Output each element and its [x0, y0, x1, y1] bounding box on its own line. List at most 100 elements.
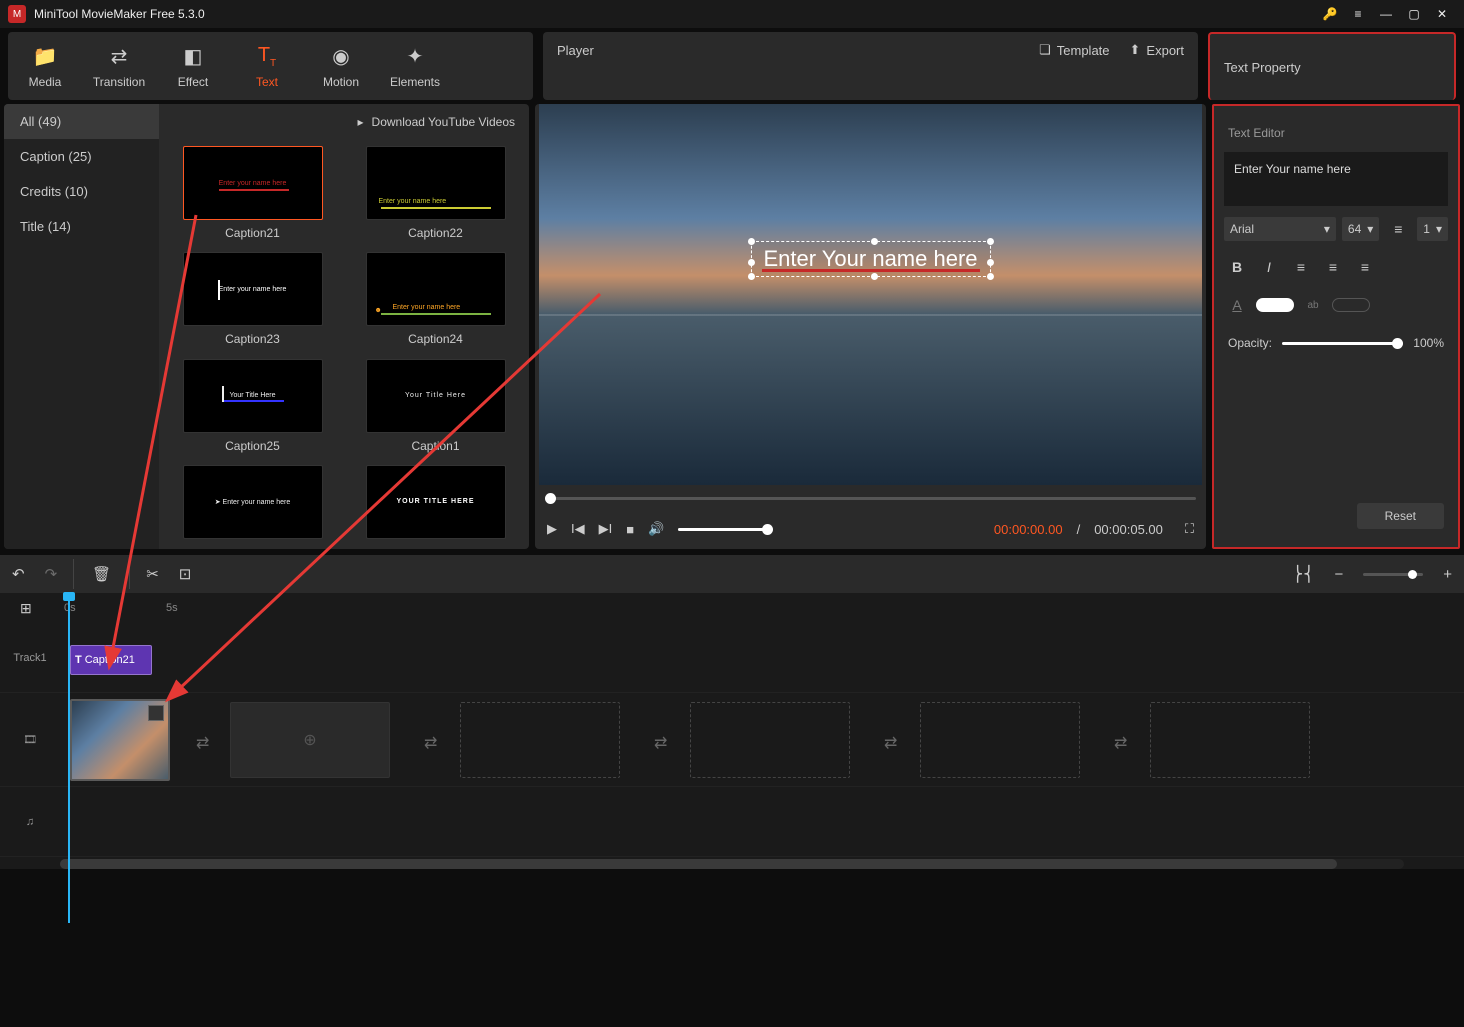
app-logo: M	[8, 5, 26, 23]
thumb-caption21[interactable]: Enter your name here	[183, 146, 323, 220]
effect-icon: ◧	[184, 44, 203, 69]
italic-button[interactable]: I	[1256, 254, 1282, 280]
zoom-slider[interactable]	[1363, 573, 1423, 576]
timeline-scrollbar[interactable]	[60, 859, 1404, 869]
thumb-label: Caption24	[408, 332, 463, 346]
redo-button[interactable]: ↷	[45, 565, 58, 583]
align-left-button[interactable]: ≡	[1288, 254, 1314, 280]
caption-clip[interactable]: TCaption21	[70, 645, 152, 675]
text-color-button[interactable]: A	[1224, 292, 1250, 318]
thumb-extra2[interactable]: YOUR TITLE HERE	[366, 465, 506, 539]
category-credits[interactable]: Credits (10)	[4, 174, 159, 209]
media-tab[interactable]: 📁Media	[8, 32, 82, 100]
drop-slot[interactable]	[1150, 702, 1310, 778]
transition-tab[interactable]: ⇄Transition	[82, 32, 156, 100]
main-toolbar: 📁Media ⇄Transition ◧Effect TTText ◉Motio…	[8, 32, 533, 100]
template-button[interactable]: ❏Template	[1039, 42, 1109, 58]
text-color-swatch[interactable]	[1256, 298, 1294, 312]
video-clip[interactable]	[70, 699, 170, 781]
motion-tab[interactable]: ◉Motion	[304, 32, 378, 100]
maximize-button[interactable]: ▢	[1400, 0, 1428, 28]
volume-icon[interactable]: 🔊	[648, 521, 664, 537]
category-all[interactable]: All (49)	[4, 104, 159, 139]
chevron-down-icon: ▾	[1367, 222, 1373, 236]
category-title[interactable]: Title (14)	[4, 209, 159, 244]
font-size-select[interactable]: 64▾	[1342, 217, 1379, 241]
transition-slot[interactable]: ⇄	[884, 733, 897, 753]
cut-button[interactable]: ✂	[146, 565, 159, 583]
audio-track[interactable]: ♫	[0, 787, 1464, 857]
category-list: All (49) Caption (25) Credits (10) Title…	[4, 104, 159, 549]
reset-button[interactable]: Reset	[1357, 503, 1444, 529]
transition-slot[interactable]: ⇄	[424, 733, 437, 753]
transition-slot[interactable]: ⇄	[1114, 733, 1127, 753]
text-editor-input[interactable]: Enter Your name here	[1224, 152, 1448, 206]
delete-button[interactable]: 🗑	[73, 559, 130, 589]
bold-button[interactable]: B	[1224, 254, 1250, 280]
drop-slot[interactable]: ⊕	[230, 702, 390, 778]
align-right-button[interactable]: ≡	[1352, 254, 1378, 280]
zoom-out-button[interactable]: −	[1334, 566, 1343, 583]
drop-slot[interactable]	[690, 702, 850, 778]
video-track[interactable]: 🎞 ⊕ ⇄ ⇄ ⇄ ⇄ ⇄	[0, 693, 1464, 787]
timeline: ↶ ↷ 🗑 ✂ ⊡ ⎬⎨ − + 0s 5s ⊞ Track1 TCaption…	[0, 555, 1464, 869]
thumb-extra1[interactable]: ➤ Enter your name here	[183, 465, 323, 539]
caption-track[interactable]: Track1 TCaption21	[0, 623, 1464, 693]
line-spacing-icon[interactable]: ≡	[1385, 216, 1411, 242]
preview-canvas[interactable]: Enter Your name here	[539, 104, 1202, 485]
align-center-button[interactable]: ≡	[1320, 254, 1346, 280]
template-grid: Enter your name here Caption21 Enter your…	[159, 140, 529, 549]
menu-icon[interactable]: ≡	[1344, 0, 1372, 28]
transition-slot[interactable]: ⇄	[654, 733, 667, 753]
export-button[interactable]: ⬆Export	[1130, 42, 1184, 58]
text-overlay[interactable]: Enter Your name here	[750, 241, 990, 277]
font-select[interactable]: Arial▾	[1224, 217, 1336, 241]
player-panel: Enter Your name here ▶ I◀ ▶I ■ 🔊 00:00:0…	[535, 104, 1206, 549]
effect-tab[interactable]: ◧Effect	[156, 32, 230, 100]
text-gallery-panel: All (49) Caption (25) Credits (10) Title…	[4, 104, 529, 549]
category-caption[interactable]: Caption (25)	[4, 139, 159, 174]
motion-icon: ◉	[332, 44, 349, 69]
import-icon: ⊕	[303, 730, 316, 750]
prev-frame-button[interactable]: I◀	[571, 521, 585, 537]
thumb-caption25[interactable]: Your Title Here	[183, 359, 323, 433]
fullscreen-button[interactable]: ⛶	[1185, 521, 1194, 537]
next-frame-button[interactable]: ▶I	[599, 521, 613, 537]
key-icon[interactable]: 🔑	[1316, 0, 1344, 28]
thumb-caption1[interactable]: Your Title Here	[366, 359, 506, 433]
track1-label: Track1	[0, 652, 60, 664]
thumb-caption23[interactable]: Enter your name here	[183, 252, 323, 326]
playhead[interactable]	[68, 593, 70, 923]
player-controls: ▶ I◀ ▶I ■ 🔊 00:00:00.00 / 00:00:05.00 ⛶	[535, 509, 1206, 549]
thumb-label: Caption21	[225, 226, 280, 240]
undo-button[interactable]: ↶	[12, 565, 25, 583]
time-ruler[interactable]: 0s 5s ⊞	[0, 593, 1464, 623]
zoom-in-button[interactable]: +	[1443, 566, 1452, 583]
transition-slot[interactable]: ⇄	[196, 733, 209, 753]
chevron-down-icon: ▾	[1324, 222, 1330, 236]
scrubber[interactable]	[545, 489, 1196, 509]
volume-slider[interactable]	[678, 528, 768, 531]
highlight-swatch[interactable]	[1332, 298, 1370, 312]
line-spacing-select[interactable]: 1▾	[1417, 217, 1448, 241]
thumb-caption24[interactable]: Enter your name here☻	[366, 252, 506, 326]
snap-button[interactable]: ⎬⎨	[1292, 565, 1315, 583]
text-tab[interactable]: TTText	[230, 32, 304, 100]
play-button[interactable]: ▶	[547, 521, 557, 537]
opacity-label: Opacity:	[1228, 336, 1272, 350]
drop-slot[interactable]	[460, 702, 620, 778]
drop-slot[interactable]	[920, 702, 1080, 778]
stop-button[interactable]: ■	[626, 522, 634, 537]
close-button[interactable]: ✕	[1428, 0, 1456, 28]
time-total: 00:00:05.00	[1094, 522, 1163, 537]
opacity-slider[interactable]	[1282, 342, 1403, 345]
elements-icon: ✦	[407, 44, 424, 69]
audio-track-icon: ♫	[0, 816, 60, 828]
thumb-caption22[interactable]: Enter your name here	[366, 146, 506, 220]
crop-button[interactable]: ⊡	[179, 565, 192, 583]
elements-tab[interactable]: ✦Elements	[378, 32, 452, 100]
add-track-button[interactable]: ⊞	[20, 600, 32, 617]
download-youtube-link[interactable]: Download YouTube Videos	[372, 115, 515, 129]
minimize-button[interactable]: —	[1372, 0, 1400, 28]
highlight-button[interactable]: ab	[1300, 292, 1326, 318]
